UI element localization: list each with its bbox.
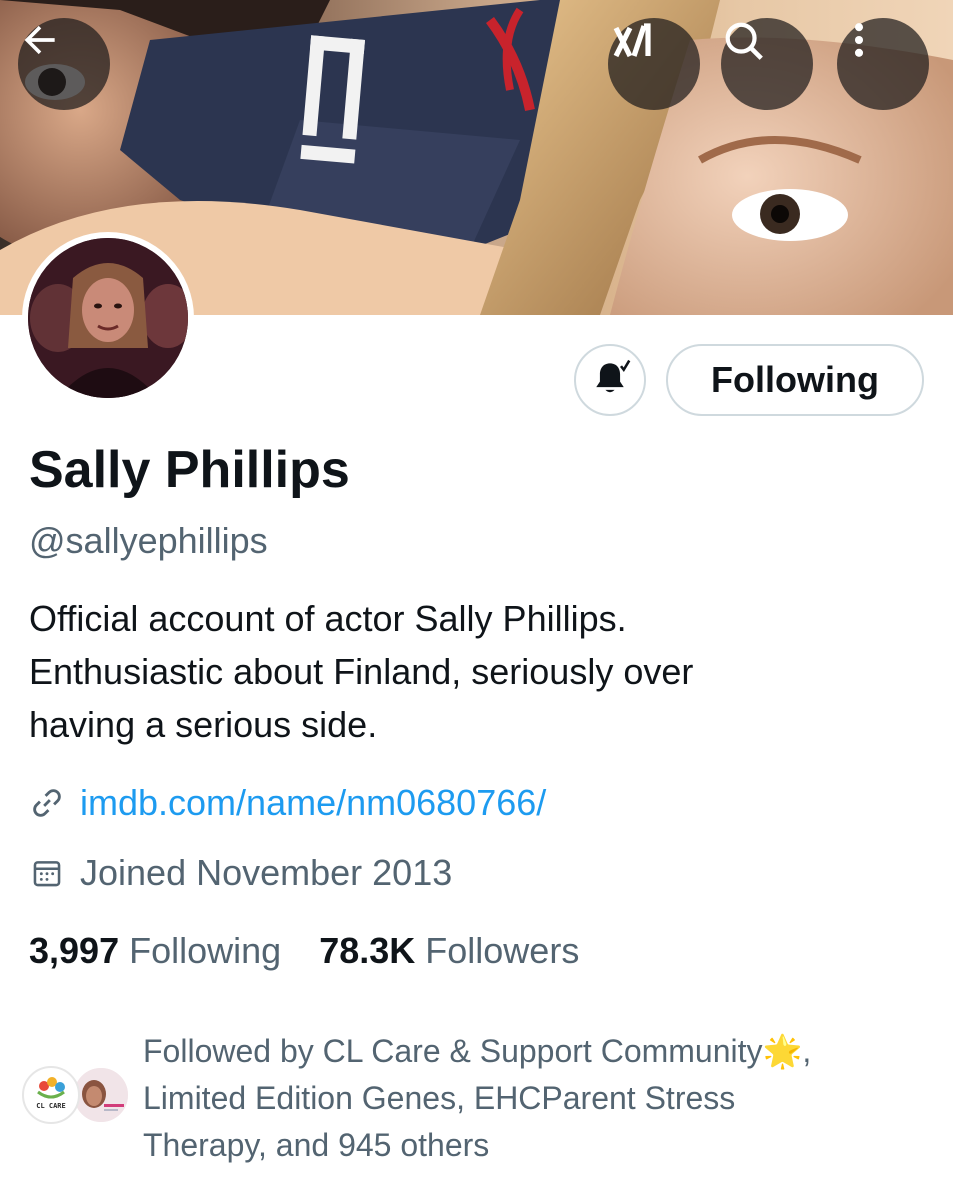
bio-line: Enthusiastic about Finland, seriously ov… xyxy=(29,651,694,692)
followers-count-link[interactable]: 78.3K Followers xyxy=(319,930,579,972)
follower-avatar xyxy=(72,1066,130,1124)
following-label: Following xyxy=(129,930,282,971)
bio-line: Official account of actor Sally Phillips… xyxy=(29,598,627,639)
profile-name: Sally Phillips xyxy=(29,441,350,499)
profile-website: imdb.com/name/nm0680766/ xyxy=(30,782,546,824)
profile-avatar[interactable] xyxy=(22,232,194,404)
following-button[interactable]: Following xyxy=(666,344,924,416)
follower-avatar: CL CARE xyxy=(22,1066,80,1124)
following-count: 3,997 xyxy=(29,930,120,971)
follower-avatar-label: CL CARE xyxy=(36,1102,66,1110)
profile-handle: @sallyephillips xyxy=(29,520,268,561)
link-icon xyxy=(30,786,64,820)
followers-label: Followers xyxy=(425,930,580,971)
back-button[interactable] xyxy=(18,18,110,110)
followed-by-text[interactable]: Followed by CL Care & Support Community🌟… xyxy=(143,1028,923,1169)
followed-by-line: Limited Edition Genes, EHCParent Stress xyxy=(143,1080,736,1116)
notifications-button[interactable] xyxy=(574,344,646,416)
calendar-icon xyxy=(30,856,64,890)
bio-line: having a serious side. xyxy=(29,704,378,745)
followed-by-line: Therapy, and 945 others xyxy=(143,1127,490,1163)
grok-button[interactable] xyxy=(608,18,700,110)
profile-joined: Joined November 2013 xyxy=(30,852,452,894)
avatar-image xyxy=(28,238,188,398)
more-options-button[interactable] xyxy=(837,18,929,110)
followed-by-avatars[interactable]: CL CARE xyxy=(22,1066,130,1126)
joined-date: Joined November 2013 xyxy=(80,852,453,893)
website-link[interactable]: imdb.com/name/nm0680766/ xyxy=(80,782,546,824)
bell-check-icon xyxy=(588,356,632,405)
following-count-link[interactable]: 3,997 Following xyxy=(29,930,281,972)
profile-bio: Official account of actor Sally Phillips… xyxy=(29,592,929,751)
followers-count: 78.3K xyxy=(319,930,416,971)
search-button[interactable] xyxy=(721,18,813,110)
follow-counts: 3,997 Following 78.3K Followers xyxy=(29,930,617,972)
followed-by-line: Followed by CL Care & Support Community🌟… xyxy=(143,1033,812,1069)
